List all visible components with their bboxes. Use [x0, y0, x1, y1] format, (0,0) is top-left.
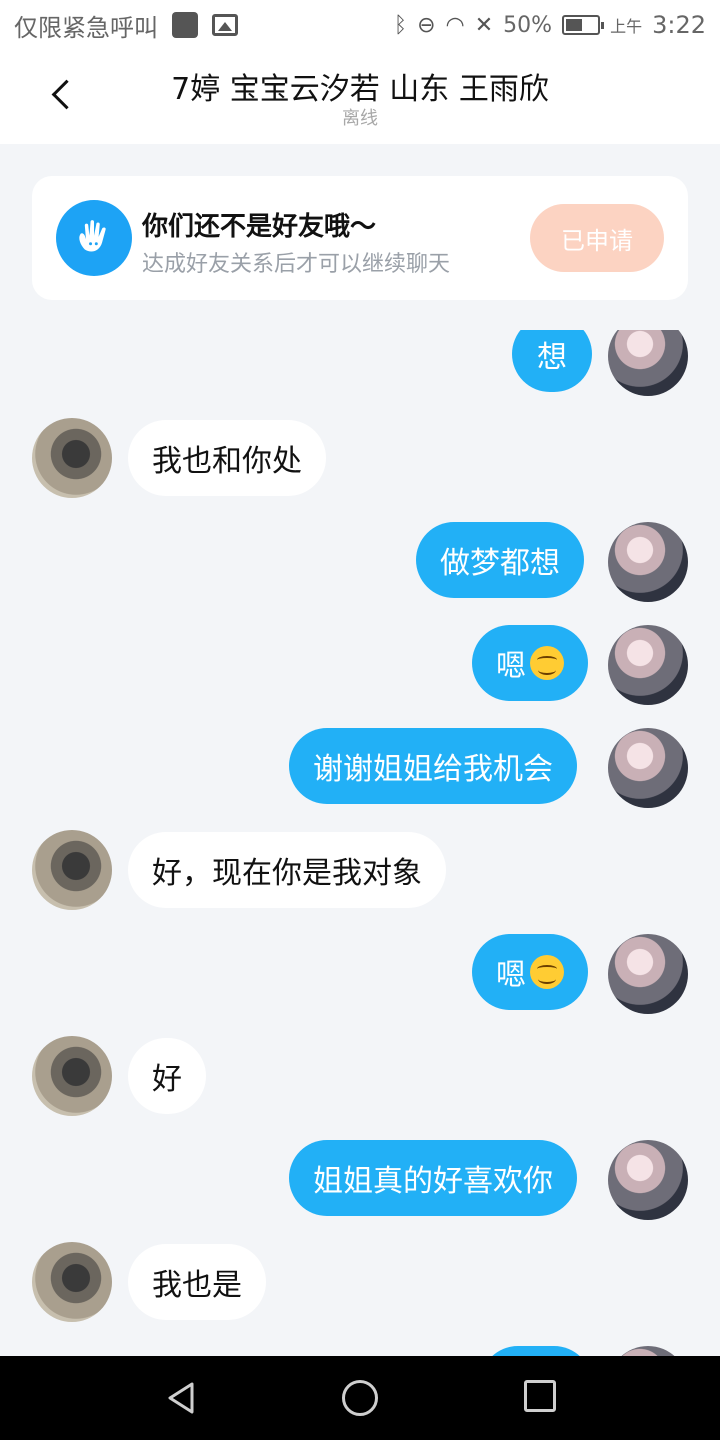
system-nav-bar: [0, 1356, 720, 1440]
message-bubble-sent[interactable]: 嗯: [472, 625, 588, 701]
message-text: 好，现在你是我对象: [152, 856, 422, 891]
message-bubble-received[interactable]: 好: [128, 1038, 206, 1114]
clock: 3:22: [652, 11, 706, 39]
wifi-icon: ◠: [445, 12, 465, 38]
online-status: 离线: [342, 108, 378, 129]
message-bubble-received[interactable]: 我也是: [128, 1244, 266, 1320]
my-avatar[interactable]: [608, 1140, 688, 1220]
message-text: 姐姐真的好喜欢你: [313, 1164, 553, 1199]
contact-avatar[interactable]: [32, 830, 112, 910]
image-notification-icon: [212, 14, 238, 36]
message-text: 我也是: [152, 1268, 242, 1303]
my-avatar[interactable]: [608, 1346, 688, 1356]
message-bubble-sent[interactable]: [480, 1346, 592, 1356]
do-not-disturb-icon: ⊖: [417, 12, 436, 38]
message-bubble-sent[interactable]: 嗯: [472, 934, 588, 1010]
message-text: 谢谢姐姐给我机会: [313, 752, 553, 787]
my-avatar[interactable]: [608, 934, 688, 1014]
applied-button[interactable]: 已申请: [530, 204, 664, 272]
nav-recents-icon[interactable]: [524, 1380, 556, 1412]
message-bubble-received[interactable]: 我也和你处: [128, 420, 326, 496]
bluetooth-icon: ᛒ: [393, 12, 408, 38]
wave-hand-icon: [56, 200, 132, 276]
my-avatar[interactable]: [608, 522, 688, 602]
message-text: 做梦都想: [440, 546, 560, 581]
message-text: 我也和你处: [152, 444, 302, 479]
message-bubble-sent[interactable]: 想: [512, 330, 592, 392]
contact-avatar[interactable]: [32, 1242, 112, 1322]
my-avatar[interactable]: [608, 728, 688, 808]
message-text: 嗯: [496, 958, 526, 993]
card-subtitle: 达成好友关系后才可以继续聊天: [142, 252, 451, 277]
my-avatar[interactable]: [608, 625, 688, 705]
chat-header: 7婷 宝宝云汐若 山东 王雨欣 离线: [0, 50, 720, 144]
message-list[interactable]: 想 我也和你处 做梦都想 嗯 谢谢姐姐给我机会 好，现在你是我对象 嗯 好 姐姐…: [0, 330, 720, 1356]
message-bubble-sent[interactable]: 做梦都想: [416, 522, 584, 598]
battery-icon: [562, 15, 605, 35]
contact-avatar[interactable]: [32, 418, 112, 498]
message-text: 想: [537, 340, 567, 375]
my-avatar[interactable]: [608, 330, 688, 396]
nav-home-icon[interactable]: [342, 1380, 378, 1416]
chat-title: 7婷 宝宝云汐若 山东 王雨欣: [171, 72, 549, 107]
not-friends-card: 你们还不是好友哦～ 达成好友关系后才可以继续聊天 已申请: [32, 176, 688, 300]
nav-back-icon[interactable]: [162, 1378, 202, 1418]
time-prefix: 上午: [610, 17, 643, 36]
message-text: 嗯: [496, 649, 526, 684]
smiling-face-emoji-icon: [530, 955, 564, 989]
message-bubble-received[interactable]: 好，现在你是我对象: [128, 832, 446, 908]
message-bubble-sent[interactable]: 姐姐真的好喜欢你: [289, 1140, 577, 1216]
contact-avatar[interactable]: [32, 1036, 112, 1116]
battery-percent: 50%: [503, 12, 553, 38]
card-title: 你们还不是好友哦～: [142, 212, 377, 242]
carrier-text: 仅限紧急呼叫: [14, 13, 158, 42]
app-notification-icon: [172, 12, 198, 38]
smiling-face-emoji-icon: [530, 646, 564, 680]
status-bar: 仅限紧急呼叫 ᛒ ⊖ ◠ ✕ 50% 上午 3:22: [0, 0, 720, 50]
message-bubble-sent[interactable]: 谢谢姐姐给我机会: [289, 728, 577, 804]
no-signal-icon: ✕: [474, 12, 494, 38]
message-text: 好: [152, 1062, 182, 1097]
